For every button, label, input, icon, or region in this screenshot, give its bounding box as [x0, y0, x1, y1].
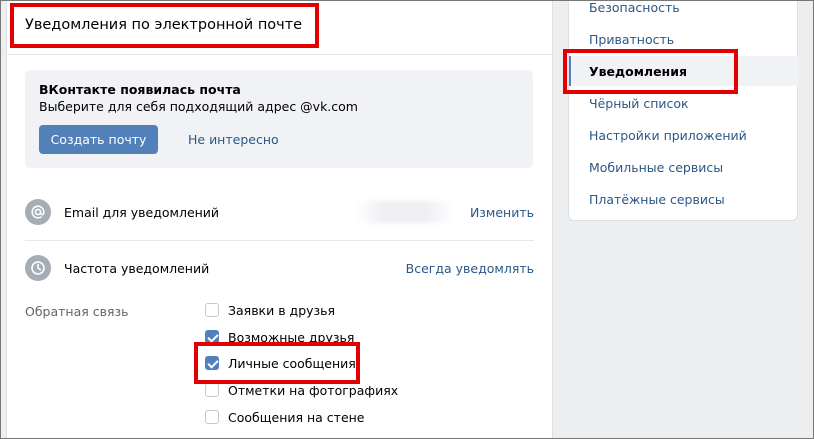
settings-sidebar-menu: Безопасность Приватность Уведомления Чёр… — [568, 0, 798, 221]
promo-title: ВКонтакте появилась почта — [39, 82, 241, 97]
checkbox-icon[interactable] — [205, 303, 219, 317]
checkbox-icon[interactable] — [205, 383, 219, 397]
change-email-link[interactable]: Изменить — [470, 205, 534, 220]
sidebar-item-mobile-services[interactable]: Мобильные сервисы — [569, 152, 798, 182]
checkbox-label: Заявки в друзья — [228, 302, 336, 318]
checkbox-wall-posts[interactable]: Сообщения на стене — [205, 407, 365, 427]
frequency-select[interactable]: Всегда уведомлять — [406, 261, 534, 276]
checkbox-label: Отметки на фотографиях — [228, 382, 399, 398]
frequency-label: Частота уведомлений — [64, 261, 210, 276]
highlight-box-private-messages — [194, 342, 360, 384]
sidebar-item-payment-services[interactable]: Платёжные сервисы — [569, 184, 798, 214]
checkbox-icon[interactable] — [205, 410, 219, 424]
promo-subtitle: Выберите для себя подходящий адрес @vk.c… — [39, 99, 358, 114]
checkbox-friend-requests[interactable]: Заявки в друзья — [205, 300, 335, 320]
not-interested-link[interactable]: Не интересно — [188, 125, 279, 154]
clock-icon — [25, 255, 51, 281]
divider — [25, 240, 534, 241]
email-label: Email для уведомлений — [64, 205, 220, 220]
checkbox-label: Сообщения на стене — [228, 409, 365, 425]
highlight-box-title — [10, 3, 319, 48]
frequency-row: Частота уведомлений Всегда уведомлять — [25, 254, 534, 284]
email-row: Email для уведомлений Изменить — [25, 198, 534, 228]
feedback-label: Обратная связь — [25, 304, 129, 319]
sidebar-item-app-settings[interactable]: Настройки приложений — [569, 120, 798, 150]
mail-promo-block: ВКонтакте появилась почта Выберите для с… — [25, 70, 533, 168]
email-value-blurred — [355, 201, 455, 223]
highlight-box-notifications — [563, 49, 738, 94]
sidebar-item-security[interactable]: Безопасность — [569, 0, 798, 22]
at-icon — [25, 199, 51, 225]
create-mail-button[interactable]: Создать почту — [39, 125, 158, 154]
